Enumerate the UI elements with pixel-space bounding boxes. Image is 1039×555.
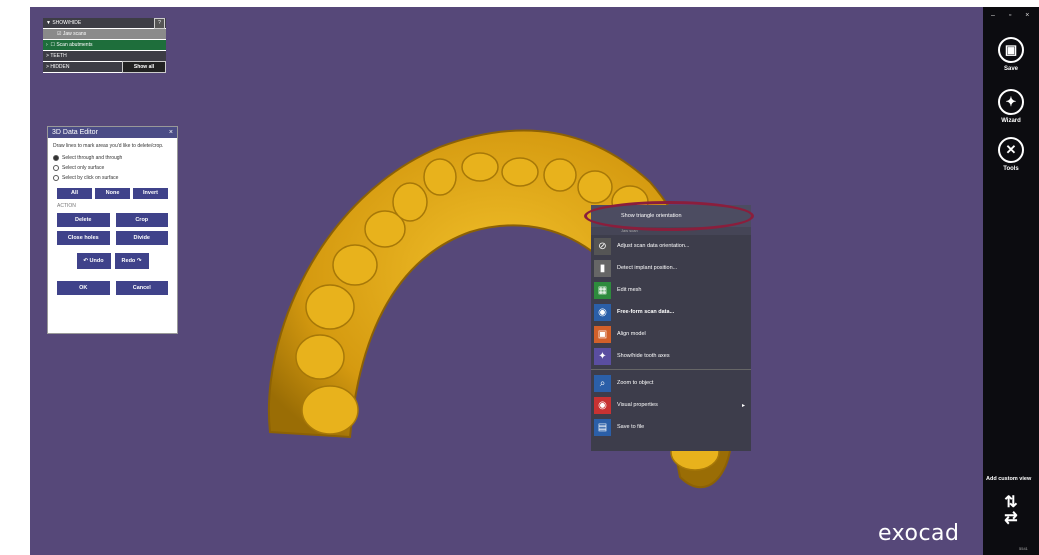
orientation-icon: ⊘	[594, 237, 611, 255]
menu-item-label: Detect implant position...	[617, 265, 678, 271]
dialog-title: 3D Data Editor ×	[48, 127, 177, 138]
show-all-button[interactable]: Show all	[122, 61, 166, 73]
menu-item-label: Visual properties	[617, 402, 658, 408]
app-logo: exocad	[878, 521, 960, 546]
menu-item-label: Show/hide tooth axes	[617, 353, 670, 359]
context-menu: Show triangle orientation Jaw scan ⊘ Adju…	[591, 205, 751, 451]
delete-button[interactable]: Delete	[57, 213, 110, 227]
align-icon: ▣	[594, 325, 611, 343]
hidden-row[interactable]: > HIDDEN Show all	[43, 61, 166, 73]
menu-item-orientation[interactable]: ⊘ Adjust scan data orientation...	[591, 235, 751, 257]
menu-item-zoom[interactable]: ⌕ Zoom to object	[591, 372, 751, 394]
zoom-icon: ⌕	[594, 374, 611, 392]
eye-icon: ◉	[594, 396, 611, 414]
radio-through[interactable]: Select through and through	[48, 153, 177, 163]
undo-button[interactable]: ↶ Undo	[76, 253, 111, 269]
menu-item-implant[interactable]: ▮ Detect implant position...	[591, 257, 751, 279]
mesh-icon: ▦	[594, 281, 611, 299]
menu-item-eye[interactable]: ◉ Visual properties ▸	[591, 394, 751, 416]
ok-button[interactable]: OK	[57, 281, 110, 295]
menu-item-label: Zoom to object	[617, 380, 654, 386]
menu-item-align[interactable]: ▣ Align model	[591, 323, 751, 345]
select-all-button[interactable]: All	[57, 188, 92, 199]
tools-icon: ✕	[998, 137, 1024, 163]
scan-abutments-row[interactable]: › ☐ Scan abutments	[43, 40, 166, 51]
menu-item-label: Adjust scan data orientation...	[617, 243, 690, 249]
arrows-icon: ⇅ ⇄	[1004, 494, 1018, 527]
redo-button[interactable]: Redo ↷	[114, 253, 149, 269]
version-label: 5541	[1019, 546, 1028, 551]
close-icon[interactable]: ×	[169, 127, 173, 138]
close-holes-button[interactable]: Close holes	[57, 231, 110, 245]
divide-button[interactable]: Divide	[115, 231, 168, 245]
crop-button[interactable]: Crop	[115, 213, 168, 227]
menu-item-freeform[interactable]: ◉ Free-form scan data...	[591, 301, 751, 323]
show-hide-header[interactable]: ▼ SHOW/HIDE ?	[43, 17, 166, 29]
highlight-ellipse	[584, 201, 754, 231]
axes-icon: ✦	[594, 347, 611, 365]
save-button[interactable]: ▣ Save	[983, 37, 1039, 72]
menu-item-label: Save to file	[617, 424, 645, 430]
wizard-icon: ✦	[998, 89, 1024, 115]
freeform-icon: ◉	[594, 303, 611, 321]
menu-item-label: Edit mesh	[617, 287, 642, 293]
radio-surface[interactable]: Select only surface	[48, 163, 177, 173]
dialog-description: Draw lines to mark areas you'd like to d…	[53, 143, 164, 149]
right-toolbar: – ▫ × ▣ Save ✦ Wizard ✕ Tools ⇅ ⇄	[983, 7, 1039, 555]
menu-item-label: Free-form scan data...	[617, 309, 675, 315]
cancel-button[interactable]: Cancel	[115, 281, 168, 295]
custom-view-button[interactable]: ⇅ ⇄	[983, 495, 1039, 527]
window-controls[interactable]: – ▫ ×	[991, 12, 1035, 19]
radio-click[interactable]: Select by click on surface	[48, 173, 177, 183]
data-editor-dialog: 3D Data Editor × Draw lines to mark area…	[47, 126, 178, 334]
invert-button[interactable]: Invert	[133, 188, 168, 199]
save-icon: ▣	[998, 37, 1024, 63]
jaw-scans-row[interactable]: ☑ Jaw scans	[43, 29, 166, 40]
radio-icon[interactable]	[53, 175, 59, 181]
menu-item-label: Align model	[617, 331, 646, 337]
show-hide-panel: ▼ SHOW/HIDE ? ☑ Jaw scans › ☐ Scan abutm…	[43, 17, 166, 73]
radio-icon[interactable]	[53, 165, 59, 171]
tools-button[interactable]: ✕ Tools	[983, 137, 1039, 172]
menu-item-mesh[interactable]: ▦ Edit mesh	[591, 279, 751, 301]
save-icon: ▤	[594, 418, 611, 436]
wizard-button[interactable]: ✦ Wizard	[983, 89, 1039, 124]
add-custom-view-label[interactable]: Add custom view	[986, 476, 1031, 482]
submenu-arrow-icon: ▸	[741, 402, 745, 409]
select-none-button[interactable]: None	[95, 188, 130, 199]
radio-selected-icon[interactable]	[53, 155, 59, 161]
menu-separator	[591, 369, 751, 370]
redo-icon: ↷	[136, 258, 142, 264]
implant-icon: ▮	[594, 259, 611, 277]
undo-icon: ↶	[83, 258, 88, 264]
menu-item-axes[interactable]: ✦ Show/hide tooth axes	[591, 345, 751, 367]
menu-item-save[interactable]: ▤ Save to file	[591, 416, 751, 438]
help-button[interactable]: ?	[154, 17, 165, 29]
action-label: ACTION	[57, 203, 76, 209]
